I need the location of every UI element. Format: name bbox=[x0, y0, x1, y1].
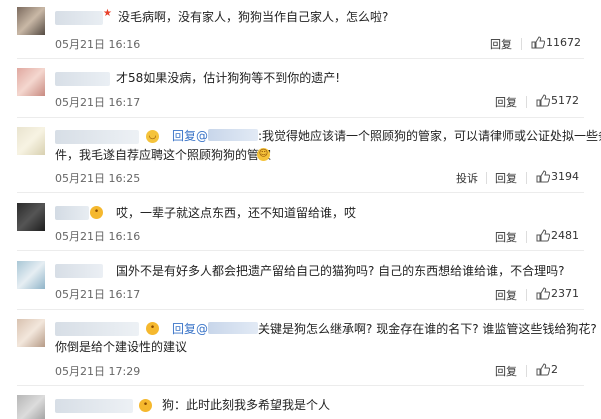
avatar[interactable] bbox=[17, 68, 45, 96]
divider bbox=[17, 192, 584, 193]
divider bbox=[17, 385, 584, 386]
separator bbox=[526, 172, 527, 184]
comment-text-line1: 关键是狗怎么继承啊? 现金存在谁的名下? 谁监管这些钱给狗花? bbox=[258, 322, 597, 336]
username-blurred[interactable] bbox=[55, 322, 139, 336]
comment-text: 回复@ :我觉得她应该请一个照顾狗的管家，可以请律师或公证处拟一些条 bbox=[172, 127, 601, 145]
comment-text: 回复@ 关键是狗怎么继承啊? 现金存在谁的名下? 谁监管这些钱给狗花? bbox=[172, 320, 597, 338]
username-blurred[interactable] bbox=[55, 72, 110, 86]
thumbs-up-icon[interactable] bbox=[536, 94, 550, 107]
mention-blurred[interactable] bbox=[208, 129, 259, 141]
avatar[interactable] bbox=[17, 7, 45, 35]
comment-date: 05月21日 16:17 bbox=[55, 288, 141, 301]
reply-button[interactable]: 回复 bbox=[495, 94, 517, 110]
reply-button[interactable]: 回复 bbox=[495, 363, 517, 379]
username-blurred[interactable] bbox=[55, 130, 139, 144]
like-count: 2481 bbox=[551, 229, 579, 242]
avatar[interactable] bbox=[17, 319, 45, 347]
comment-text: 没毛病啊，没有家人，狗狗当作自己家人，怎么啦? bbox=[118, 10, 389, 24]
reply-mention[interactable]: 回复@ bbox=[172, 322, 208, 336]
comment-date: 05月21日 16:25 bbox=[55, 172, 141, 185]
reply-button[interactable]: 回复 bbox=[490, 36, 512, 52]
star-badge-icon: ★ bbox=[103, 8, 112, 19]
reply-button[interactable]: 回复 bbox=[495, 287, 517, 303]
username-blurred[interactable] bbox=[55, 206, 89, 220]
thumbs-up-icon[interactable] bbox=[536, 229, 550, 242]
emoji-icon: • bbox=[139, 399, 152, 412]
like-count: 11672 bbox=[546, 36, 581, 49]
like-count: 2371 bbox=[551, 287, 579, 300]
avatar[interactable] bbox=[17, 127, 45, 155]
report-button[interactable]: 投诉 bbox=[456, 170, 478, 186]
comment-text: 才58如果没病，估计狗狗等不到你的遗产! bbox=[116, 71, 341, 85]
mention-blurred[interactable] bbox=[208, 322, 259, 334]
avatar[interactable] bbox=[17, 395, 45, 419]
divider bbox=[17, 58, 584, 59]
reply-mention[interactable]: 回复@ bbox=[172, 129, 208, 143]
thumbs-up-icon[interactable] bbox=[536, 363, 550, 376]
like-count: 5172 bbox=[551, 94, 579, 107]
comment-text-line1: :我觉得她应该请一个照顾狗的管家，可以请律师或公证处拟一些条 bbox=[258, 129, 601, 143]
laughing-emoji-icon: ☺ bbox=[257, 148, 270, 161]
comment-date: 05月21日 16:16 bbox=[55, 38, 141, 51]
thumbs-up-icon[interactable] bbox=[536, 170, 550, 183]
like-count: 2 bbox=[551, 363, 558, 376]
comment-text: 国外不是有好多人都会把遗产留给自己的猫狗吗? 自己的东西想给谁给谁，不合理吗? bbox=[116, 264, 565, 278]
thumbs-up-icon[interactable] bbox=[536, 287, 550, 300]
avatar[interactable] bbox=[17, 203, 45, 231]
username-blurred[interactable] bbox=[55, 399, 133, 413]
separator bbox=[486, 172, 487, 184]
separator bbox=[526, 289, 527, 301]
comment-text: 哎，一辈子就这点东西，还不知道留给谁，哎 bbox=[116, 206, 357, 220]
comment-text-line2: 你倒是给个建设性的建议 bbox=[55, 340, 188, 354]
username-blurred[interactable] bbox=[55, 11, 103, 25]
username-blurred[interactable] bbox=[55, 264, 103, 278]
divider bbox=[17, 117, 584, 118]
separator bbox=[521, 38, 522, 50]
comment-date: 05月21日 17:29 bbox=[55, 365, 141, 378]
divider bbox=[17, 250, 584, 251]
emoji-icon: • bbox=[90, 206, 103, 219]
thumbs-up-icon[interactable] bbox=[531, 36, 545, 49]
comment-text: 狗：此时此刻我多希望我是个人 bbox=[162, 398, 331, 412]
reply-button[interactable]: 回复 bbox=[495, 229, 517, 245]
emoji-icon: • bbox=[146, 322, 159, 335]
reply-button[interactable]: 回复 bbox=[495, 170, 517, 186]
divider bbox=[17, 309, 584, 310]
separator bbox=[526, 365, 527, 377]
emoji-icon: ◡ bbox=[146, 130, 159, 143]
comment-text-line2: 件，我毛遂自荐应聘这个照顾狗狗的管家 bbox=[55, 148, 272, 162]
separator bbox=[526, 96, 527, 108]
like-count: 3194 bbox=[551, 170, 579, 183]
comment-date: 05月21日 16:17 bbox=[55, 96, 141, 109]
separator bbox=[526, 231, 527, 243]
avatar[interactable] bbox=[17, 261, 45, 289]
comment-date: 05月21日 16:16 bbox=[55, 230, 141, 243]
